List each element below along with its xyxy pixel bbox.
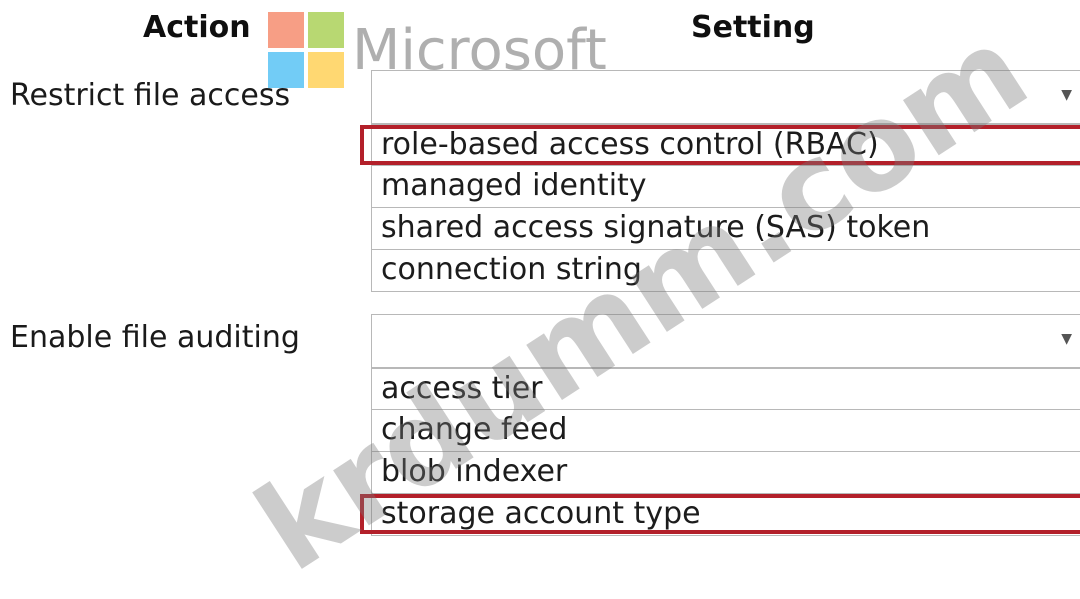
option-rbac[interactable]: role-based access control (RBAC) <box>360 124 1080 166</box>
option-connection-string[interactable]: connection string <box>371 250 1080 292</box>
setting-column-header: Setting <box>691 10 815 45</box>
dropdown-options-restrict-file-access: role-based access control (RBAC) managed… <box>360 124 1080 292</box>
action-label-restrict-file-access: Restrict file access <box>10 78 291 113</box>
microsoft-logo-icon <box>268 12 344 88</box>
setting-dropdown-enable-file-auditing[interactable]: ▼ <box>371 314 1080 368</box>
option-storage-account-type[interactable]: storage account type <box>360 494 1080 536</box>
action-label-enable-file-auditing: Enable file auditing <box>10 320 300 355</box>
microsoft-watermark-text: Microsoft <box>352 18 607 83</box>
chevron-down-icon[interactable]: ▼ <box>1061 331 1072 347</box>
option-managed-identity[interactable]: managed identity <box>371 166 1080 208</box>
dropdown-options-enable-file-auditing: access tier change feed blob indexer sto… <box>360 368 1080 536</box>
chevron-down-icon[interactable]: ▼ <box>1061 87 1072 103</box>
option-sas-token[interactable]: shared access signature (SAS) token <box>371 208 1080 250</box>
action-column-header: Action <box>143 10 251 45</box>
option-blob-indexer[interactable]: blob indexer <box>371 452 1080 494</box>
option-access-tier[interactable]: access tier <box>371 368 1080 410</box>
option-change-feed[interactable]: change feed <box>371 410 1080 452</box>
